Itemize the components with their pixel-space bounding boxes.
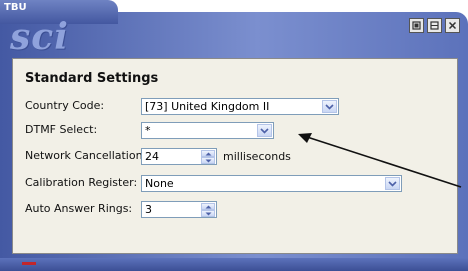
annotation-arrow-icon <box>298 133 462 188</box>
